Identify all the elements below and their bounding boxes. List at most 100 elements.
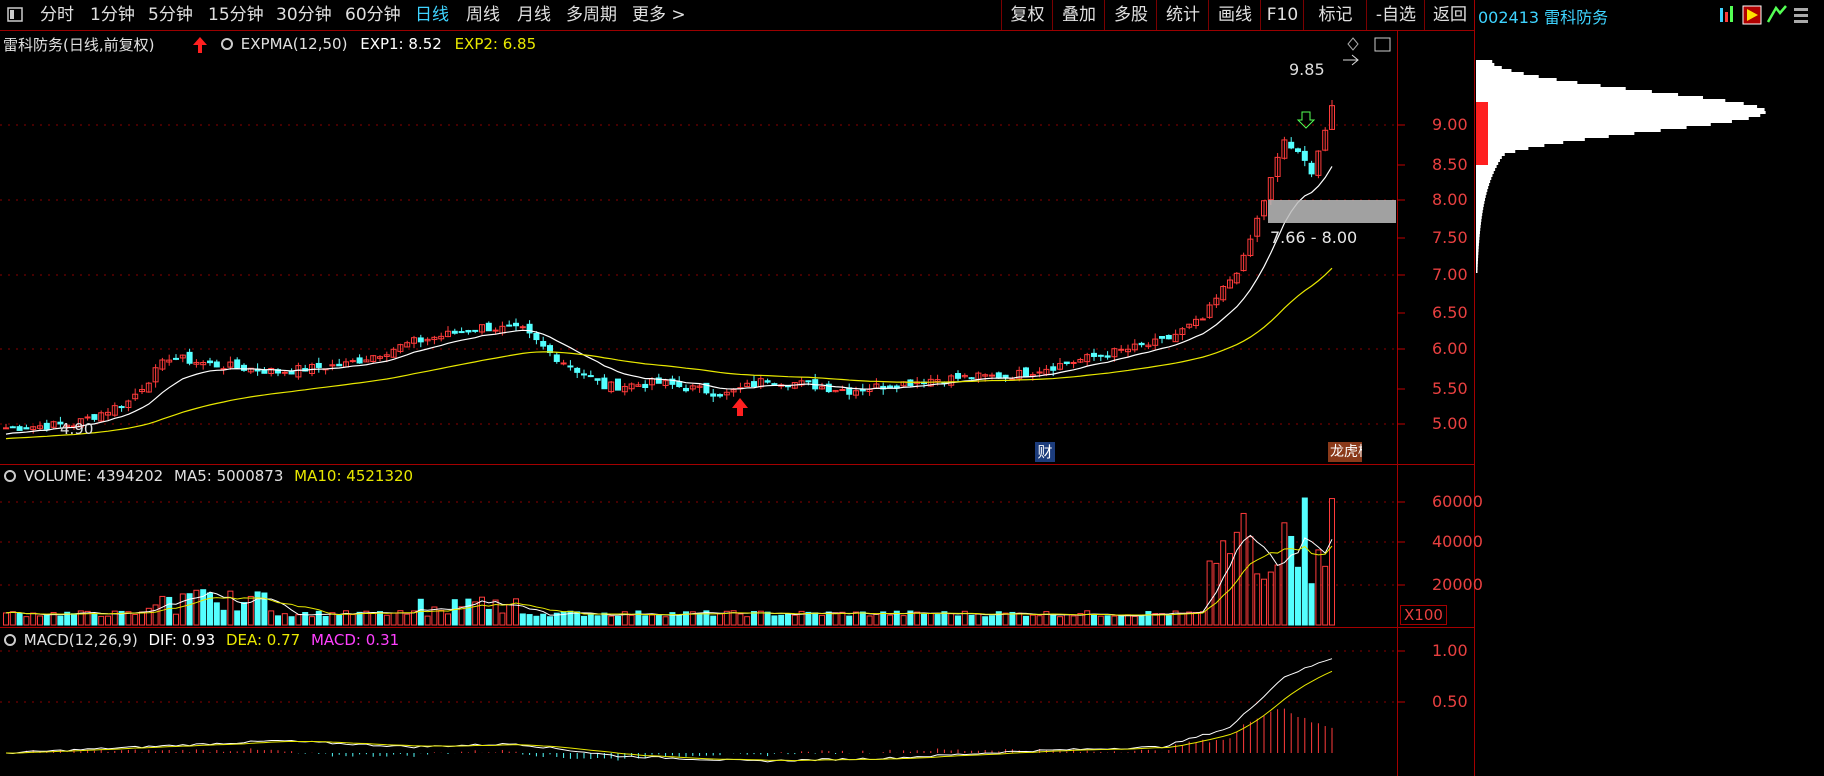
- volume-bar-90: [615, 615, 621, 626]
- candle-body-140: [955, 373, 961, 379]
- volume-bar-149: [1016, 612, 1023, 626]
- chip-bar-57: [1476, 231, 1480, 234]
- volume-bar-112: [764, 611, 771, 626]
- chip-bar-25: [1476, 135, 1609, 138]
- chip-bar-red-18: [1476, 114, 1488, 117]
- volume-bar-77: [526, 614, 533, 626]
- candle-body-35: [241, 364, 247, 371]
- volume-bar-25: [173, 613, 179, 626]
- candle-body-146: [995, 372, 1002, 379]
- candle-body-6: [43, 422, 50, 430]
- chip-bar-red-32: [1476, 156, 1488, 159]
- chip-bar-36: [1476, 168, 1496, 171]
- volume-bar-193: [1315, 549, 1322, 626]
- candle-body-189: [1288, 141, 1295, 149]
- chip-bar-red-20: [1476, 120, 1488, 123]
- volume-bar-186: [1267, 571, 1274, 626]
- volume-bar-10: [71, 613, 77, 626]
- volume-bar-123: [839, 611, 846, 626]
- volume-bar-151: [1029, 614, 1036, 626]
- volume-bar-139: [948, 613, 955, 626]
- volume-bar-159: [1084, 610, 1091, 626]
- volume-bar-122: [832, 612, 839, 626]
- volume-bar-39: [268, 610, 275, 626]
- zone-label: 7.66 - 8.00: [1270, 228, 1358, 247]
- chip-bar-red-16: [1476, 108, 1488, 111]
- volume-bar-4: [30, 612, 37, 626]
- chip-bar-red-17: [1476, 111, 1488, 114]
- chip-bar-54: [1476, 222, 1481, 225]
- volume-bar-65: [445, 613, 451, 626]
- volume-bar-76: [519, 613, 526, 626]
- volume-bar-136: [927, 612, 934, 626]
- chip-bar-37: [1476, 171, 1494, 174]
- chip-bar-red-27: [1476, 141, 1488, 144]
- candle-body-156: [1063, 361, 1070, 364]
- volume-bar-64: [438, 609, 445, 626]
- volume-bar-41: [281, 613, 288, 626]
- volume-bar-192: [1308, 583, 1315, 626]
- volume-bar-175: [1193, 611, 1199, 626]
- chip-bar-18: [1476, 114, 1761, 117]
- finance-marker[interactable]: 财: [1035, 442, 1055, 462]
- candle-body-76: [519, 326, 526, 329]
- candle-body-72: [492, 329, 499, 332]
- candle-body-162: [1104, 355, 1111, 358]
- volume-bar-2: [16, 612, 23, 626]
- chip-bar-59: [1476, 237, 1480, 240]
- chip-bar-19: [1476, 117, 1749, 120]
- volume-bar-89: [608, 615, 615, 626]
- volume-bar-194: [1322, 565, 1329, 626]
- dragon-tiger-marker[interactable]: 龙虎榜: [1328, 442, 1362, 462]
- chip-bar-46: [1476, 198, 1486, 201]
- volume-bar-40: [275, 615, 281, 626]
- volume-bar-161: [1097, 615, 1104, 626]
- chip-bar-60: [1476, 240, 1480, 243]
- chip-bar-2: [1476, 66, 1502, 69]
- candle-body-110: [751, 381, 757, 388]
- candle-body-192: [1308, 162, 1315, 175]
- candle-body-164: [1118, 348, 1125, 351]
- chip-bar-69: [1476, 267, 1478, 270]
- candle-body-160: [1091, 352, 1097, 357]
- volume-bar-79: [540, 613, 547, 626]
- candle-body-30: [207, 360, 213, 364]
- volume-bar-171: [1165, 615, 1172, 626]
- volume-bar-157: [1070, 615, 1077, 626]
- chip-bar-red-25: [1476, 135, 1488, 138]
- volume-bar-163: [1111, 615, 1118, 626]
- volume-bar-84: [574, 611, 581, 626]
- candle-body-150: [1023, 367, 1029, 377]
- volume-bar-68: [465, 598, 472, 626]
- high-arrow-icon: [1343, 54, 1359, 66]
- candle-body-25: [173, 357, 179, 360]
- chip-bar-red-19: [1476, 117, 1488, 120]
- chip-bar-40: [1476, 180, 1491, 183]
- chip-bar-13: [1476, 99, 1726, 102]
- high-price-label: 9.85: [1289, 60, 1325, 79]
- chip-bar-12: [1476, 96, 1703, 99]
- chip-bar-38: [1476, 174, 1493, 177]
- price-zone-box: [1268, 200, 1396, 223]
- volume-bar-126: [859, 611, 866, 626]
- volume-bar-35: [241, 602, 247, 626]
- chip-bar-14: [1476, 102, 1744, 105]
- volume-bar-51: [349, 614, 356, 626]
- candle-body-27: [186, 351, 193, 364]
- volume-bar-132: [900, 615, 907, 626]
- exp1-line: [5, 166, 1333, 435]
- chip-bar-5: [1476, 75, 1539, 78]
- volume-bar-57: [390, 612, 397, 626]
- volume-bar-187: [1274, 564, 1281, 626]
- chip-bar-0: [1476, 60, 1493, 63]
- volume-bar-145: [989, 615, 995, 626]
- chart-canvas[interactable]: [0, 0, 1824, 776]
- candle-body-88: [601, 377, 608, 390]
- chip-bar-26: [1476, 138, 1585, 141]
- low-price-label: 4.90: [60, 420, 94, 438]
- chip-bar-50: [1476, 210, 1483, 213]
- volume-bar-162: [1104, 615, 1111, 626]
- volume-bar-164: [1118, 615, 1125, 626]
- candle-body-69: [472, 329, 479, 332]
- volume-bar-120: [819, 614, 825, 626]
